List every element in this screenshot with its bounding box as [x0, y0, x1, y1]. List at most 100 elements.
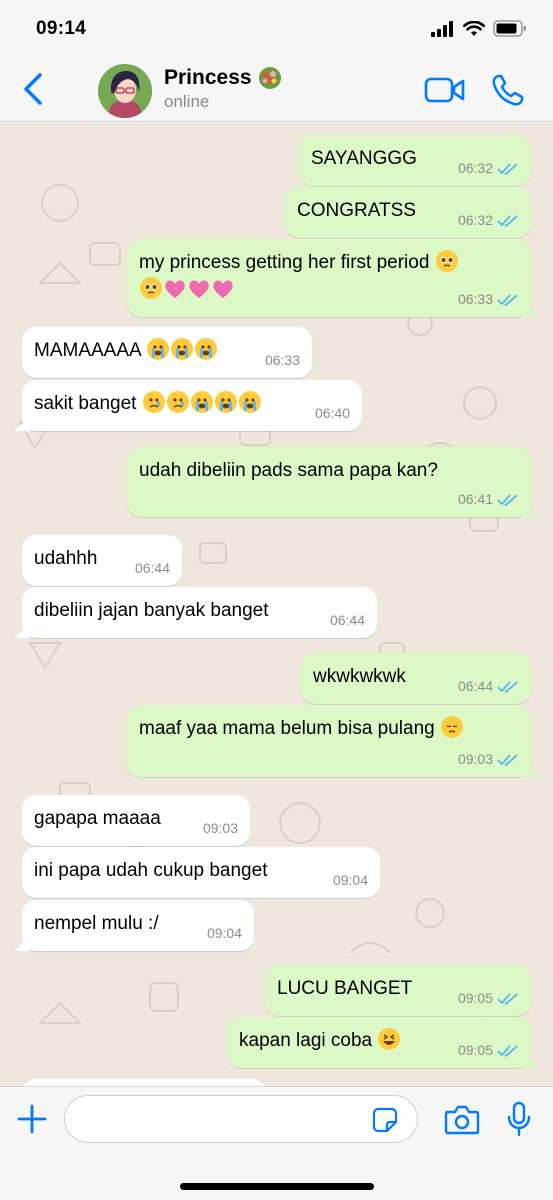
- message-time: 09:04: [332, 872, 368, 888]
- double-check-icon: [497, 214, 518, 227]
- incoming-message[interactable]: nempel mulu :/ 09:04: [22, 900, 254, 951]
- camera-icon[interactable]: [444, 1105, 480, 1135]
- message-time: 09:04: [206, 925, 242, 941]
- message-meta: 09:03: [458, 746, 519, 773]
- loudly-crying-face-emoji: [194, 338, 217, 360]
- double-check-icon: [497, 293, 518, 306]
- incoming-message[interactable]: udahhh 06:44: [22, 535, 182, 586]
- message-text: nempel mulu :/: [34, 913, 159, 934]
- incoming-message[interactable]: ini papa udah cukup banget 09:04: [22, 847, 380, 898]
- message-meta: 06:44: [330, 607, 365, 634]
- back-chevron-icon[interactable]: [20, 72, 46, 106]
- outgoing-message[interactable]: LUCU BANGET 09:05: [265, 965, 531, 1016]
- incoming-message-partial[interactable]: [22, 1079, 266, 1086]
- message-text: ini papa udah cukup banget: [34, 860, 268, 881]
- message-meta: 06:33: [458, 286, 519, 313]
- status-bar: 09:14: [0, 0, 553, 58]
- flower-bouquet-icon: [258, 67, 281, 89]
- loudly-crying-face-emoji: [146, 338, 169, 360]
- message-meta: 09:05: [458, 985, 519, 1012]
- incoming-message[interactable]: sakit banget 06:40: [22, 380, 362, 431]
- message-meta: 06:41: [458, 486, 519, 513]
- contact-avatar[interactable]: [98, 64, 152, 118]
- loudly-crying-face-emoji: [238, 391, 261, 413]
- microphone-icon[interactable]: [506, 1101, 532, 1137]
- message-meta: 09:05: [458, 1037, 519, 1064]
- sticker-icon[interactable]: [372, 1107, 398, 1133]
- message-meta: 09:04: [207, 920, 242, 947]
- crying-face-emoji: [166, 391, 189, 413]
- message-time: 06:44: [134, 560, 170, 576]
- message-time: 06:44: [457, 678, 493, 694]
- message-time: 06:32: [457, 212, 493, 228]
- status-icons: [431, 20, 527, 37]
- incoming-message[interactable]: dibeliin jajan banyak banget 06:44: [22, 587, 377, 638]
- message-text: CONGRATSS: [297, 200, 416, 221]
- message-meta: 09:03: [203, 815, 238, 842]
- message-time: 09:03: [457, 751, 493, 767]
- double-check-icon: [497, 680, 518, 693]
- outgoing-message[interactable]: my princess getting her first period 06:…: [127, 239, 531, 317]
- input-bar: [0, 1086, 553, 1200]
- message-text: my princess getting her first period: [139, 252, 430, 273]
- message-text: SAYANGGG: [311, 148, 417, 169]
- message-text: wkwkwkwk: [313, 666, 406, 687]
- chat-area[interactable]: SAYANGGG 06:32 CONGRATSS 06:32 my prince…: [0, 123, 553, 1086]
- pink-heart-emoji: [189, 280, 209, 298]
- incoming-message[interactable]: gapapa maaaa 09:03: [22, 795, 250, 846]
- home-indicator: [180, 1183, 374, 1190]
- outgoing-message[interactable]: maaf yaa mama belum bisa pulang 09:03: [127, 705, 531, 777]
- avatar-image: [98, 64, 152, 118]
- message-text: LUCU BANGET: [277, 978, 413, 999]
- double-check-icon: [497, 1044, 518, 1057]
- pleading-face-emoji: [140, 277, 162, 299]
- video-call-icon[interactable]: [424, 76, 466, 104]
- plus-icon[interactable]: [16, 1103, 48, 1135]
- message-text: maaf yaa mama belum bisa pulang: [139, 718, 435, 739]
- outgoing-message[interactable]: CONGRATSS 06:32: [285, 187, 531, 238]
- message-meta: 06:32: [458, 155, 519, 182]
- message-time: 09:03: [202, 820, 238, 836]
- message-input[interactable]: [64, 1095, 418, 1143]
- pleading-face-emoji: [435, 250, 458, 272]
- message-text: kapan lagi coba: [239, 1030, 373, 1051]
- double-check-icon: [497, 992, 518, 1005]
- loudly-crying-face-emoji: [170, 338, 193, 360]
- outgoing-message[interactable]: wkwkwkwk 06:44: [301, 653, 531, 704]
- battery-icon: [493, 20, 526, 37]
- message-text: dibeliin jajan banyak banget: [34, 600, 269, 621]
- message-meta: 06:32: [458, 207, 519, 234]
- message-meta: 06:44: [135, 555, 170, 582]
- message-text: udahhh: [34, 548, 98, 569]
- pink-heart-emoji: [165, 280, 185, 298]
- double-check-icon: [497, 162, 518, 175]
- phone-call-icon[interactable]: [490, 72, 526, 108]
- contact-status: online: [164, 92, 210, 111]
- message-meta: 06:44: [458, 673, 519, 700]
- double-check-icon: [497, 493, 518, 506]
- double-check-icon: [497, 753, 518, 766]
- signal-icon: [431, 20, 453, 37]
- outgoing-message[interactable]: udah dibeliin pads sama papa kan? 06:41: [127, 447, 531, 517]
- message-text: gapapa maaaa: [34, 808, 161, 829]
- message-text: sakit banget: [34, 393, 137, 414]
- incoming-message[interactable]: MAMAAAAA 06:33: [22, 327, 312, 378]
- message-time: 06:32: [457, 160, 493, 176]
- contact-name[interactable]: Princess: [164, 66, 282, 90]
- contact-name-text: Princess: [164, 66, 252, 89]
- message-time: 06:33: [264, 352, 300, 368]
- chat-header: Princess online: [0, 58, 553, 122]
- wifi-icon: [463, 20, 485, 36]
- pensive-face-emoji: [441, 716, 463, 738]
- loudly-crying-face-emoji: [214, 391, 237, 413]
- crying-face-emoji: [142, 391, 165, 413]
- loudly-crying-face-emoji: [190, 391, 213, 413]
- message-text: udah dibeliin pads sama papa kan?: [139, 460, 438, 481]
- message-meta: 09:04: [333, 867, 368, 894]
- message-time: 06:44: [329, 612, 365, 628]
- outgoing-message[interactable]: kapan lagi coba 09:05: [227, 1017, 531, 1068]
- message-time: 09:05: [457, 1042, 493, 1058]
- status-time: 09:14: [36, 18, 87, 39]
- outgoing-message[interactable]: SAYANGGG 06:32: [299, 135, 531, 186]
- message-text: MAMAAAAA: [34, 340, 141, 361]
